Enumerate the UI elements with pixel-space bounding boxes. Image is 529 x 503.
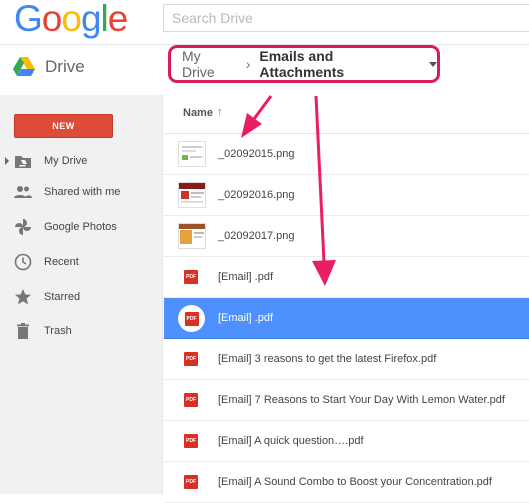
file-name: [Email] A quick question….pdf [218, 435, 364, 447]
logo-letter: o [41, 0, 63, 39]
breadcrumb-current-folder[interactable]: Emails and Attachments [259, 48, 420, 80]
drive-bar: Drive My Drive › Emails and Attachments [0, 45, 529, 94]
sidebar-item-label: Google Photos [44, 221, 117, 233]
clock-icon [14, 253, 32, 271]
sidebar-item-starred[interactable]: Starred [0, 285, 162, 309]
google-logo[interactable]: Google [14, 0, 129, 41]
file-row[interactable]: _02092016.png [164, 175, 529, 216]
file-name: [Email] A Sound Combo to Boost your Conc… [218, 476, 492, 488]
file-name: _02092015.png [218, 148, 295, 160]
breadcrumb: My Drive › Emails and Attachments [168, 45, 440, 83]
sidebar: NEW My Drive Shared with me Google Photo… [0, 95, 163, 494]
file-row[interactable]: PDF [Email] 7 Reasons to Start Your Day … [164, 380, 529, 421]
logo-letter: o [61, 0, 82, 39]
sidebar-item-label: My Drive [44, 155, 88, 167]
star-icon [15, 289, 31, 305]
sort-arrow-icon[interactable]: ↑ [217, 106, 223, 118]
file-row[interactable]: PDF [Email] A quick question….pdf [164, 421, 529, 462]
search-input[interactable] [164, 5, 529, 31]
sidebar-item-label: Recent [44, 256, 79, 268]
logo-letter: g [80, 0, 102, 39]
trash-icon [17, 323, 29, 339]
sidebar-item-label: Starred [44, 291, 81, 303]
image-thumbnail-icon [178, 141, 206, 167]
file-list: Name ↑ _02092015.png _02092016.png _0209… [164, 95, 529, 503]
image-thumbnail-icon [178, 223, 206, 249]
breadcrumb-separator: › [245, 56, 251, 72]
file-row[interactable]: _02092017.png [164, 216, 529, 257]
file-row[interactable]: PDF [Email] 3 reasons to get the latest … [164, 339, 529, 380]
pdf-badge: PDF [184, 311, 199, 326]
chevron-down-icon[interactable] [429, 61, 437, 67]
file-name: [Email] 3 reasons to get the latest Fire… [218, 353, 437, 365]
file-row[interactable]: _02092015.png [164, 134, 529, 175]
drive-logo-icon [13, 57, 35, 76]
file-name: _02092016.png [218, 189, 295, 201]
pdf-icon: PDF [184, 352, 198, 366]
sidebar-item-label: Shared with me [44, 186, 121, 198]
breadcrumb-root[interactable]: My Drive [182, 48, 237, 80]
new-button[interactable]: NEW [14, 114, 113, 138]
top-bar: Google [0, 0, 529, 44]
expand-arrow-icon[interactable] [5, 157, 9, 165]
logo-letter: l [100, 0, 109, 39]
file-name: [Email] .pdf [218, 271, 274, 283]
drive-title: Drive [45, 57, 85, 76]
file-name: [Email] .pdf [218, 312, 274, 324]
column-name-header[interactable]: Name [183, 107, 213, 119]
sidebar-item-trash[interactable]: Trash [0, 319, 162, 343]
pdf-icon: PDF [184, 434, 198, 448]
sidebar-item-photos[interactable]: Google Photos [0, 215, 162, 239]
sidebar-item-recent[interactable]: Recent [0, 250, 162, 274]
logo-letter: G [14, 0, 43, 39]
file-name: [Email] 7 Reasons to Start Your Day With… [218, 394, 505, 406]
sidebar-item-shared[interactable]: Shared with me [0, 180, 162, 204]
drive-folder-icon [15, 156, 31, 168]
pdf-icon: PDF [178, 305, 205, 332]
drive-brand[interactable]: Drive [13, 57, 85, 77]
sidebar-item-label: Trash [44, 325, 72, 337]
file-row[interactable]: PDF [Email] A Sound Combo to Boost your … [164, 462, 529, 503]
file-row[interactable]: PDF [Email] .pdf [164, 257, 529, 298]
logo-letter: e [107, 0, 129, 39]
pinwheel-icon [15, 219, 31, 235]
pdf-icon: PDF [184, 270, 198, 284]
pdf-icon: PDF [184, 393, 198, 407]
sidebar-item-my-drive[interactable]: My Drive [0, 149, 162, 173]
file-name: _02092017.png [218, 230, 295, 242]
image-thumbnail-icon [178, 182, 206, 208]
search-box[interactable] [163, 4, 529, 32]
pdf-icon: PDF [184, 475, 198, 489]
people-icon [14, 186, 32, 198]
column-header: Name ↑ [164, 95, 529, 134]
file-row-selected[interactable]: PDF [Email] .pdf [164, 298, 529, 339]
